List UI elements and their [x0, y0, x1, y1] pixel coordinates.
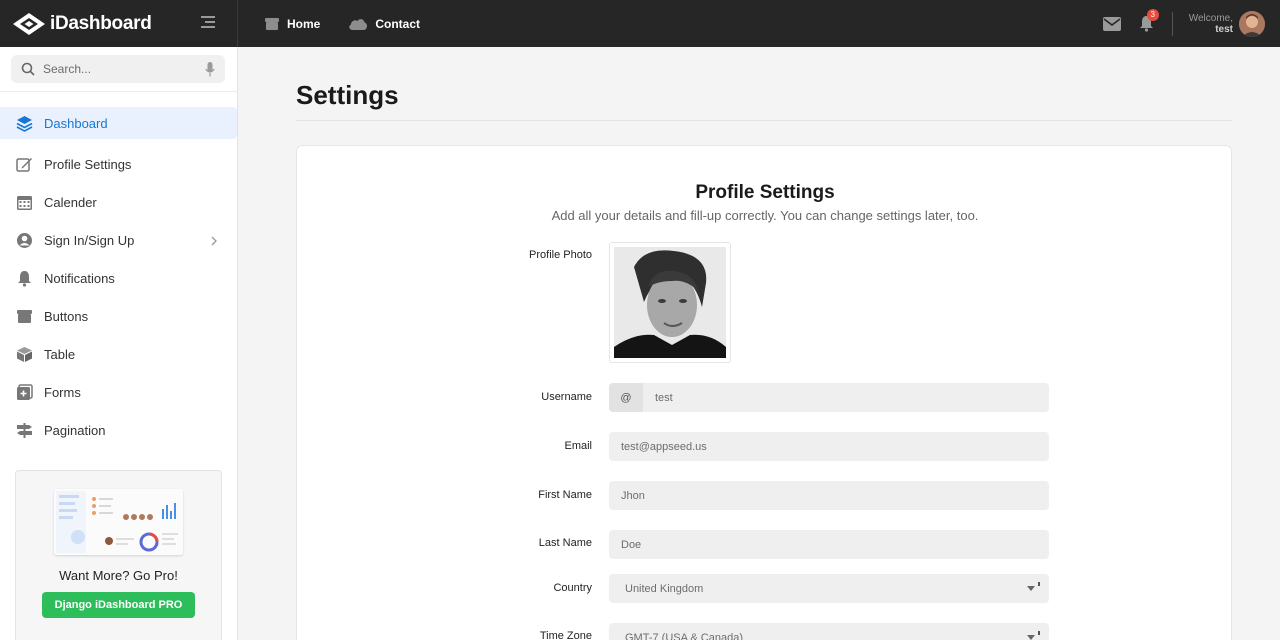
- last-name-value: Doe: [621, 538, 642, 551]
- sidebar-item-pagination[interactable]: Pagination: [0, 411, 237, 449]
- email-field[interactable]: test@appseed.us: [609, 432, 1049, 461]
- pro-preview-image: [54, 489, 183, 555]
- sidebar-item-label: Forms: [44, 384, 81, 400]
- nav-contact-link[interactable]: Contact: [348, 17, 420, 31]
- sidebar-item-dashboard[interactable]: Dashboard: [0, 107, 237, 139]
- sidebar-item-label: Calender: [44, 194, 97, 210]
- country-label: Country: [553, 582, 592, 594]
- nav-home-label: Home: [287, 16, 321, 31]
- sidebar-item-label: Table: [44, 346, 76, 362]
- sidebar-menu: Dashboard Profile Settings Calender Sign…: [0, 107, 237, 449]
- sidebar-item-label: Profile Settings: [44, 156, 132, 172]
- first-name-value: Jhon: [621, 489, 645, 502]
- last-name-label: Last Name: [538, 537, 592, 549]
- box-icon: [264, 17, 280, 31]
- divider: [296, 120, 1232, 121]
- go-pro-button[interactable]: Django iDashboard PRO: [41, 592, 196, 618]
- first-name-field[interactable]: Jhon: [609, 481, 1049, 510]
- select-tick-mark: [1038, 582, 1040, 586]
- profile-settings-card: Profile Settings Add all your details an…: [296, 145, 1232, 640]
- pro-promo-card: Want More? Go Pro! Django iDashboard PRO: [15, 470, 222, 640]
- nav-contact-label: Contact: [375, 16, 421, 31]
- profile-photo[interactable]: [609, 242, 731, 363]
- brand-name[interactable]: iDashboard: [50, 13, 152, 35]
- cloud-icon: [348, 17, 368, 31]
- page-title: Settings: [296, 80, 399, 110]
- chevron-down-icon: [1027, 586, 1035, 591]
- welcome-text: Welcome,: [1188, 12, 1233, 24]
- sidebar-item-label: Notifications: [44, 270, 115, 286]
- country-select[interactable]: United Kingdom: [609, 574, 1049, 603]
- select-tick-mark: [1038, 631, 1040, 635]
- card-title: Profile Settings: [695, 182, 835, 203]
- sidebar-item-sign-in-sign-up[interactable]: Sign In/Sign Up: [0, 221, 237, 259]
- logo-icon[interactable]: [12, 12, 46, 36]
- plus-square-icon: [16, 383, 33, 401]
- promo-title: Want More? Go Pro!: [59, 568, 178, 583]
- edit-icon: [16, 156, 33, 173]
- email-value: test@appseed.us: [621, 440, 707, 453]
- brand: iDashboard: [0, 0, 238, 47]
- signpost-icon: [16, 422, 33, 439]
- calendar-icon: [16, 194, 33, 211]
- card-subtitle: Add all your details and fill-up correct…: [551, 208, 979, 223]
- mail-icon[interactable]: [1102, 16, 1121, 31]
- profile-photo-image: [614, 247, 726, 358]
- user-welcome[interactable]: Welcome, test: [1189, 13, 1233, 35]
- top-bar: iDashboard Home Contact 3 Welcome, test: [0, 0, 1280, 47]
- username-value: test: [655, 391, 673, 404]
- profile-photo-label: Profile Photo: [529, 249, 592, 261]
- menu-toggle-icon[interactable]: [201, 16, 217, 30]
- cube-icon: [16, 346, 33, 363]
- chevron-right-icon: [211, 234, 217, 249]
- last-name-field[interactable]: Doe: [609, 530, 1049, 559]
- time-zone-value: GMT-7 (USA & Canada): [625, 631, 743, 640]
- sidebar-item-label: Sign In/Sign Up: [44, 232, 135, 248]
- microphone-icon[interactable]: [205, 61, 215, 77]
- sidebar-item-forms[interactable]: Forms: [0, 373, 237, 411]
- sidebar-item-label: Pagination: [44, 422, 106, 438]
- search-box: [11, 55, 225, 83]
- bell-icon: [16, 270, 33, 287]
- country-value: United Kingdom: [625, 582, 704, 595]
- username-label: Username: [541, 391, 592, 403]
- nav-home-link[interactable]: Home: [264, 17, 320, 31]
- sidebar: Dashboard Profile Settings Calender Sign…: [0, 47, 238, 640]
- top-right-area: 3 Welcome, test: [1102, 0, 1280, 47]
- avatar[interactable]: [1239, 10, 1265, 37]
- sidebar-item-calender[interactable]: Calender: [0, 183, 237, 221]
- username-text: test: [1215, 23, 1233, 35]
- layers-icon: [16, 115, 33, 132]
- at-addon: @: [609, 383, 643, 412]
- divider: [0, 91, 237, 92]
- sidebar-item-label: Buttons: [44, 308, 89, 324]
- sidebar-item-profile-settings[interactable]: Profile Settings: [0, 145, 237, 183]
- user-circle-icon: [16, 232, 33, 249]
- sidebar-item-table[interactable]: Table: [0, 335, 237, 373]
- sidebar-item-buttons[interactable]: Buttons: [0, 297, 237, 335]
- box-icon: [16, 308, 33, 325]
- top-nav: Home Contact: [264, 17, 448, 31]
- time-zone-label: Time Zone: [539, 630, 592, 640]
- sidebar-item-label: Dashboard: [44, 115, 108, 131]
- notifications-bell[interactable]: 3: [1139, 9, 1159, 32]
- sidebar-item-notifications[interactable]: Notifications: [0, 259, 237, 297]
- chevron-down-icon: [1027, 635, 1035, 640]
- divider: [1171, 11, 1173, 36]
- time-zone-select[interactable]: GMT-7 (USA & Canada): [609, 623, 1049, 640]
- email-label: Email: [564, 440, 592, 452]
- username-field[interactable]: @ test: [609, 383, 1049, 412]
- search-icon: [21, 62, 35, 76]
- first-name-label: First Name: [538, 489, 592, 501]
- notification-badge: 3: [1146, 9, 1159, 21]
- search-input[interactable]: [43, 62, 205, 76]
